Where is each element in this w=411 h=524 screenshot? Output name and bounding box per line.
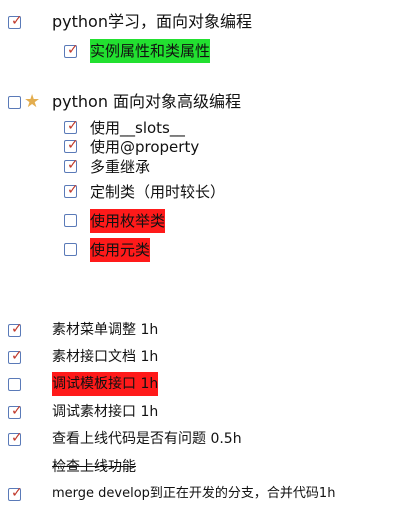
- todo-item: 检查上线功能: [0, 455, 411, 479]
- todo-item-label: 实例属性和类属性: [90, 39, 211, 63]
- todo-item: ✓ 多重继承: [0, 155, 411, 179]
- checkmark-icon: ✓: [67, 182, 79, 198]
- checkbox-checked[interactable]: ✓: [64, 42, 79, 58]
- checkmark-icon: ✓: [11, 13, 23, 29]
- checkmark-icon: ✓: [11, 430, 23, 446]
- todo-item-label: 使用元类: [90, 238, 151, 262]
- todo-item: ✓ 查看上线代码是否有问题 0.5h: [0, 427, 411, 451]
- todo-item: 使用枚举类: [0, 209, 411, 233]
- todo-item: ✓ merge develop到正在开发的分支，合并代码1h: [0, 482, 411, 506]
- checkmark-icon: ✓: [11, 321, 23, 337]
- star-icon: ★: [24, 91, 41, 112]
- todo-item: ✓ 实例属性和类属性: [0, 39, 411, 63]
- checkbox-checked[interactable]: ✓: [8, 403, 23, 419]
- checkbox-checked[interactable]: ✓: [64, 157, 79, 173]
- checkmark-icon: ✓: [67, 137, 79, 153]
- todo-item-label: 调试模板接口 1h: [52, 372, 159, 396]
- checkmark-icon: ✓: [11, 348, 23, 364]
- checkmark-icon: ✓: [67, 157, 79, 173]
- checkbox-checked[interactable]: ✓: [8, 13, 23, 29]
- checkbox-checked[interactable]: ✓: [8, 348, 23, 364]
- checkmark-icon: ✓: [67, 42, 79, 58]
- todo-item-label: python学习，面向对象编程: [52, 12, 252, 31]
- todo-item: 调试模板接口 1h: [0, 372, 411, 396]
- todo-item-label: 素材菜单调整 1h: [52, 322, 159, 338]
- todo-item: ✓ python学习，面向对象编程: [0, 10, 411, 34]
- checkbox-unchecked[interactable]: [64, 243, 77, 256]
- checkmark-icon: ✓: [11, 403, 23, 419]
- todo-item-label: python 面向对象高级编程: [52, 92, 242, 111]
- checkbox-checked[interactable]: ✓: [64, 182, 79, 198]
- checkbox-checked[interactable]: ✓: [64, 137, 79, 153]
- todo-item-label: 定制类（用时较长）: [90, 183, 226, 201]
- checkbox-unchecked[interactable]: [8, 378, 21, 391]
- checkmark-icon: ✓: [67, 118, 79, 134]
- todo-item-label: 多重继承: [90, 158, 151, 176]
- todo-item-label: 调试素材接口 1h: [52, 404, 159, 420]
- checkbox-checked[interactable]: ✓: [64, 118, 79, 134]
- todo-item: ✓ 定制类（用时较长）: [0, 180, 411, 204]
- todo-item: 使用元类: [0, 238, 411, 262]
- todo-item-label: merge develop到正在开发的分支，合并代码1h: [52, 486, 336, 501]
- todo-item: ✓ 调试素材接口 1h: [0, 400, 411, 424]
- todo-item: ✓ 素材接口文档 1h: [0, 345, 411, 369]
- checkbox-unchecked[interactable]: [64, 214, 77, 227]
- checkbox-unchecked[interactable]: [8, 96, 21, 109]
- todo-item-label: 使用枚举类: [90, 209, 166, 233]
- todo-item-label: 查看上线代码是否有问题 0.5h: [52, 431, 242, 447]
- checkbox-checked[interactable]: ✓: [8, 485, 23, 501]
- todo-item-label: 素材接口文档 1h: [52, 349, 159, 365]
- checkmark-icon: ✓: [11, 485, 23, 501]
- todo-item: ✓ 素材菜单调整 1h: [0, 318, 411, 342]
- checkbox-checked[interactable]: ✓: [8, 321, 23, 337]
- checkbox-checked[interactable]: ✓: [8, 430, 23, 446]
- todo-item-label: 检查上线功能: [52, 459, 136, 475]
- todo-item: ★ python 面向对象高级编程: [0, 90, 411, 114]
